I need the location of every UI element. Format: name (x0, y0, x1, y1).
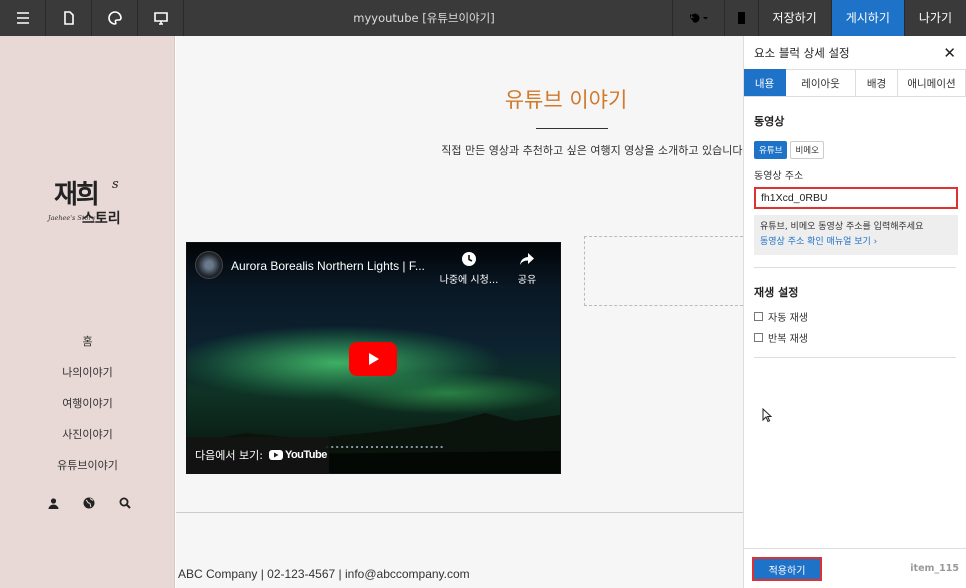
watch-on-label: 다음에서 보기: (195, 449, 263, 462)
footer-divider (176, 512, 743, 513)
design-button[interactable] (92, 0, 138, 36)
play-icon (369, 353, 379, 365)
site-sidebar: 재희 s 스토리 Jaehee's Story 홈 나의이야기 여행이야기 사진… (0, 36, 175, 588)
exit-button[interactable]: 나가기 (903, 0, 966, 36)
section-heading[interactable]: 유튜브 이야기 (426, 84, 706, 114)
source-vimeo-toggle[interactable]: 비메오 (790, 141, 824, 159)
panel-tabs: 내용 레이아웃 배경 애니메이션 (744, 69, 966, 97)
menu-item-youtube[interactable]: 유튜브이야기 (0, 450, 175, 481)
mobile-icon (737, 12, 745, 24)
video-section-title: 동영상 (754, 115, 785, 128)
url-manual-link[interactable]: 동영상 주소 확인 매뉴얼 보기 › (760, 235, 952, 250)
panel-title: 요소 블럭 상세 설정 (754, 45, 850, 60)
save-button[interactable]: 저장하기 (757, 0, 831, 36)
empty-block-placeholder[interactable] (584, 236, 743, 306)
tab-background[interactable]: 배경 (856, 69, 898, 96)
mouse-cursor-icon (762, 408, 772, 423)
loop-checkbox[interactable]: 반복 재생 (754, 330, 956, 345)
section-description[interactable]: 직접 만든 영상과 추천하고 싶은 여행지 영상을 소개하고 있습니다. (326, 142, 746, 158)
panel-divider-2 (754, 357, 956, 358)
autoplay-checkbox[interactable]: 자동 재생 (754, 309, 956, 324)
tab-layout[interactable]: 레이아웃 (786, 69, 856, 96)
menu-item-home[interactable]: 홈 (0, 326, 175, 357)
video-url-input[interactable]: fh1Xcd_0RBU (754, 187, 958, 209)
loop-box[interactable] (754, 333, 763, 342)
page-canvas: 유튜브 이야기 직접 만든 영상과 추천하고 싶은 여행지 영상을 소개하고 있… (176, 36, 746, 588)
clock-icon (462, 252, 476, 266)
play-button[interactable] (349, 342, 397, 376)
channel-avatar[interactable] (195, 251, 223, 279)
logo-eng-text: Jaehee's Story (48, 214, 96, 222)
close-icon[interactable]: ✕ (943, 44, 956, 62)
menu-item-my-story[interactable]: 나의이야기 (0, 357, 175, 388)
monitor-icon (153, 11, 168, 25)
tab-content[interactable]: 내용 (744, 69, 786, 96)
playback-section-title: 재생 설정 (754, 286, 799, 299)
source-youtube-toggle[interactable]: 유튜브 (754, 141, 788, 159)
document-title: myyoutube [유튜브이야기] (353, 11, 495, 25)
watch-later-button[interactable]: 나중에 시청... (439, 251, 499, 286)
autoplay-box[interactable] (754, 312, 763, 321)
site-logo[interactable]: 재희 s 스토리 Jaehee's Story (48, 174, 148, 234)
loop-label: 반복 재생 (768, 334, 808, 345)
user-icon[interactable] (46, 496, 60, 510)
logo-s-text: s (112, 177, 119, 192)
top-toolbar: myyoutube [유튜브이야기] 저장하기 게시하기 나가기 (0, 0, 966, 36)
palette-icon (107, 11, 122, 25)
globe-icon[interactable] (82, 496, 96, 510)
menu-button[interactable] (0, 0, 46, 36)
mobile-preview-button[interactable] (723, 0, 758, 36)
undo-button[interactable] (671, 0, 724, 36)
panel-divider (754, 267, 956, 268)
url-hint-box: 유튜브, 비메오 동영상 주소를 입력해주세요 동영상 주소 확인 매뉴얼 보기… (754, 215, 958, 255)
page-button[interactable] (46, 0, 92, 36)
document-icon (63, 11, 74, 25)
tab-animation[interactable]: 애니메이션 (898, 69, 966, 96)
apply-button[interactable]: 적용하기 (752, 557, 822, 581)
video-title[interactable]: Aurora Borealis Northern Lights | F... (231, 259, 425, 273)
watch-later-label: 나중에 시청... (439, 275, 499, 286)
site-menu: 홈 나의이야기 여행이야기 사진이야기 유튜브이야기 (0, 326, 175, 481)
youtube-logo: YouTube (268, 449, 327, 461)
search-icon[interactable] (118, 496, 132, 510)
youtube-embed[interactable]: Aurora Borealis Northern Lights | F... 나… (186, 242, 561, 474)
panel-footer: 적용하기 item_115 (744, 548, 966, 588)
heading-divider (536, 128, 608, 129)
desktop-preview-button[interactable] (138, 0, 184, 36)
share-button[interactable]: 공유 (497, 251, 557, 286)
url-hint-text: 유튜브, 비메오 동영상 주소를 입력해주세요 (760, 222, 924, 232)
hamburger-icon (16, 12, 29, 24)
watch-on-youtube[interactable]: 다음에서 보기: YouTube (187, 437, 329, 473)
item-id-label: item_115 (910, 563, 959, 574)
publish-button[interactable]: 게시하기 (830, 0, 904, 36)
block-settings-panel: 요소 블럭 상세 설정 ✕ 내용 레이아웃 배경 애니메이션 동영상 유튜브 비… (743, 36, 966, 588)
autoplay-label: 자동 재생 (768, 313, 808, 324)
menu-item-photo[interactable]: 사진이야기 (0, 419, 175, 450)
site-footer[interactable]: ABC Company | 02-123-4567 | info@abccomp… (178, 567, 470, 581)
undo-icon (690, 13, 709, 23)
video-url-label: 동영상 주소 (754, 171, 804, 182)
youtube-play-icon (268, 450, 283, 460)
share-label: 공유 (517, 275, 537, 286)
menu-item-travel[interactable]: 여행이야기 (0, 388, 175, 419)
logo-main-text: 재희 (54, 180, 100, 210)
share-icon (520, 253, 534, 265)
